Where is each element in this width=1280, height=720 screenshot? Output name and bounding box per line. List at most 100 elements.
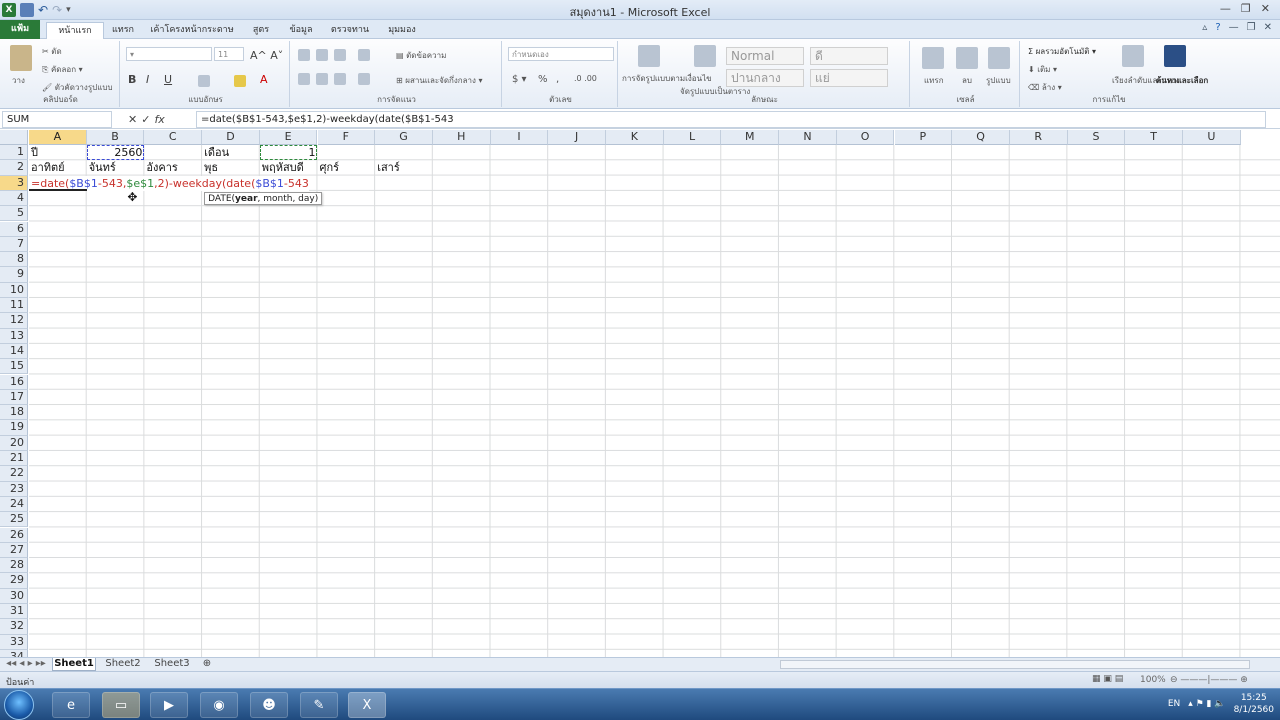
font-size-box[interactable]: 11 — [214, 47, 244, 61]
row-header[interactable]: 26 — [0, 527, 28, 543]
sheet-nav-arrows[interactable]: ◂◂ ◂ ▸ ▸▸ — [4, 658, 48, 671]
column-header[interactable]: K — [606, 130, 664, 145]
column-header[interactable]: A — [29, 130, 87, 145]
row-header[interactable]: 25 — [0, 512, 28, 528]
sheet-tab-1[interactable]: Sheet1 — [52, 658, 96, 671]
number-format-box[interactable]: กำหนดเอง — [508, 47, 614, 61]
excel-taskbar-icon[interactable]: X — [348, 692, 386, 718]
row-header[interactable]: 13 — [0, 328, 28, 344]
borders-icon[interactable] — [198, 75, 210, 87]
row-header[interactable]: 31 — [0, 604, 28, 620]
delete-cells-icon[interactable] — [956, 47, 978, 69]
row-header[interactable]: 34 — [0, 649, 28, 657]
find-select-label[interactable]: ค้นหาและเลือก — [1156, 74, 1208, 87]
row-header[interactable]: 27 — [0, 542, 28, 559]
align-middle-icon[interactable] — [316, 49, 328, 61]
column-header[interactable]: J — [548, 130, 606, 145]
format-cells-label[interactable]: รูปแบบ — [986, 74, 1011, 87]
format-table-icon[interactable] — [694, 45, 716, 67]
cell-a2[interactable]: อาทิตย์ — [29, 160, 87, 175]
clock[interactable]: 15:25 8/1/2560 — [1234, 692, 1274, 716]
cell-g2[interactable]: เสาร์ — [375, 160, 433, 175]
app-person-icon[interactable]: ☻ — [250, 692, 288, 718]
column-header[interactable]: N — [779, 130, 837, 145]
column-header[interactable]: B — [86, 130, 145, 145]
minimize-ribbon-icon[interactable]: ▵ — [1202, 22, 1207, 33]
restore-icon[interactable]: ❐ — [1241, 2, 1251, 15]
row-header[interactable]: 3 — [0, 175, 28, 191]
row-header[interactable]: 7 — [0, 236, 28, 253]
name-box[interactable]: SUM — [2, 111, 112, 128]
align-right-icon[interactable] — [334, 73, 346, 85]
tab-insert[interactable]: แทรก — [106, 22, 140, 39]
row-header[interactable]: 12 — [0, 313, 28, 329]
row-header[interactable]: 22 — [0, 466, 28, 482]
column-header[interactable]: M — [721, 130, 780, 145]
row-header[interactable]: 10 — [0, 282, 28, 298]
language-indicator[interactable]: EN — [1168, 699, 1180, 709]
tray-icons[interactable]: ▴ ⚑ ▮ 🔈 — [1188, 699, 1225, 709]
column-header[interactable]: T — [1125, 130, 1183, 145]
view-buttons[interactable]: ▦ ▣ ▤ — [1092, 674, 1123, 684]
column-header[interactable]: L — [663, 130, 722, 145]
minimize-icon[interactable]: — — [1220, 2, 1231, 15]
cell-c2[interactable]: อังคาร — [144, 160, 202, 175]
column-header[interactable]: O — [836, 130, 895, 145]
align-left-icon[interactable] — [298, 73, 310, 85]
column-header[interactable]: H — [432, 130, 491, 145]
row-header[interactable]: 14 — [0, 343, 28, 360]
column-header[interactable]: P — [894, 130, 953, 145]
doc-minimize-icon[interactable]: — — [1229, 22, 1239, 33]
conditional-format-icon[interactable] — [638, 45, 660, 67]
row-header[interactable]: 33 — [0, 634, 28, 650]
select-all-button[interactable] — [0, 130, 28, 145]
font-name-box[interactable]: ▾ — [126, 47, 212, 61]
zoom-slider[interactable]: ⊖ ———|——— ⊕ — [1170, 675, 1248, 685]
tab-file[interactable]: แฟ้ม — [0, 20, 40, 39]
column-header[interactable]: G — [375, 130, 433, 145]
sort-filter-icon[interactable] — [1122, 45, 1144, 67]
column-header[interactable]: F — [317, 130, 376, 145]
chrome-icon[interactable]: ◉ — [200, 692, 238, 718]
merge-center-button[interactable]: ⊞ ผสานและจัดกึ่งกลาง ▾ — [396, 74, 482, 87]
row-header[interactable]: 20 — [0, 435, 28, 451]
fill-button[interactable]: ⬇ เติม ▾ — [1028, 63, 1057, 76]
decimal-icon[interactable]: .0 .00 — [574, 74, 597, 83]
cell-e2[interactable]: พฤหัสบดี — [260, 160, 318, 175]
column-header[interactable]: R — [1009, 130, 1068, 145]
cell-b2[interactable]: จันทร์ — [87, 160, 145, 175]
doc-restore-icon[interactable]: ❐ — [1247, 22, 1256, 33]
grow-font-icon[interactable]: A^ A˅ — [250, 49, 283, 62]
zoom-level[interactable]: 100% — [1140, 675, 1166, 685]
tab-view[interactable]: มุมมอง — [380, 22, 424, 39]
font-color-icon[interactable]: A — [260, 73, 268, 86]
find-select-icon[interactable] — [1164, 45, 1186, 67]
style-normal[interactable]: Normal — [726, 47, 804, 65]
row-header[interactable]: 4 — [0, 190, 28, 207]
autosum-button[interactable]: Σ ผลรวมอัตโนมัติ ▾ — [1028, 45, 1096, 58]
cell-d2[interactable]: พุธ — [202, 160, 260, 175]
tab-data[interactable]: ข้อมูล — [284, 22, 318, 39]
enter-icon[interactable]: ✓ — [141, 113, 150, 126]
fill-color-icon[interactable] — [234, 75, 246, 87]
insert-cells-label[interactable]: แทรก — [924, 74, 944, 87]
delete-cells-label[interactable]: ลบ — [962, 74, 972, 87]
align-top-icon[interactable] — [298, 49, 310, 61]
italic-icon[interactable]: I — [146, 73, 149, 86]
align-bottom-icon[interactable] — [334, 49, 346, 61]
help-icon[interactable]: ? — [1215, 22, 1220, 33]
row-header[interactable]: 5 — [0, 206, 28, 222]
insert-cells-icon[interactable] — [922, 47, 944, 69]
start-button-icon[interactable] — [4, 690, 34, 720]
orientation-icon[interactable] — [358, 49, 370, 61]
column-header[interactable]: E — [259, 130, 318, 145]
currency-icon[interactable]: $ ▾ — [512, 74, 527, 85]
cell-f2[interactable]: ศุกร์ — [318, 160, 376, 175]
cell-a1[interactable]: ปี — [29, 145, 87, 160]
style-good[interactable]: ดี — [810, 47, 888, 65]
column-header[interactable]: D — [202, 130, 260, 145]
row-header[interactable]: 21 — [0, 451, 28, 467]
row-header[interactable]: 32 — [0, 619, 28, 635]
cell-d1[interactable]: เดือน — [202, 145, 260, 160]
row-header[interactable]: 17 — [0, 389, 28, 406]
